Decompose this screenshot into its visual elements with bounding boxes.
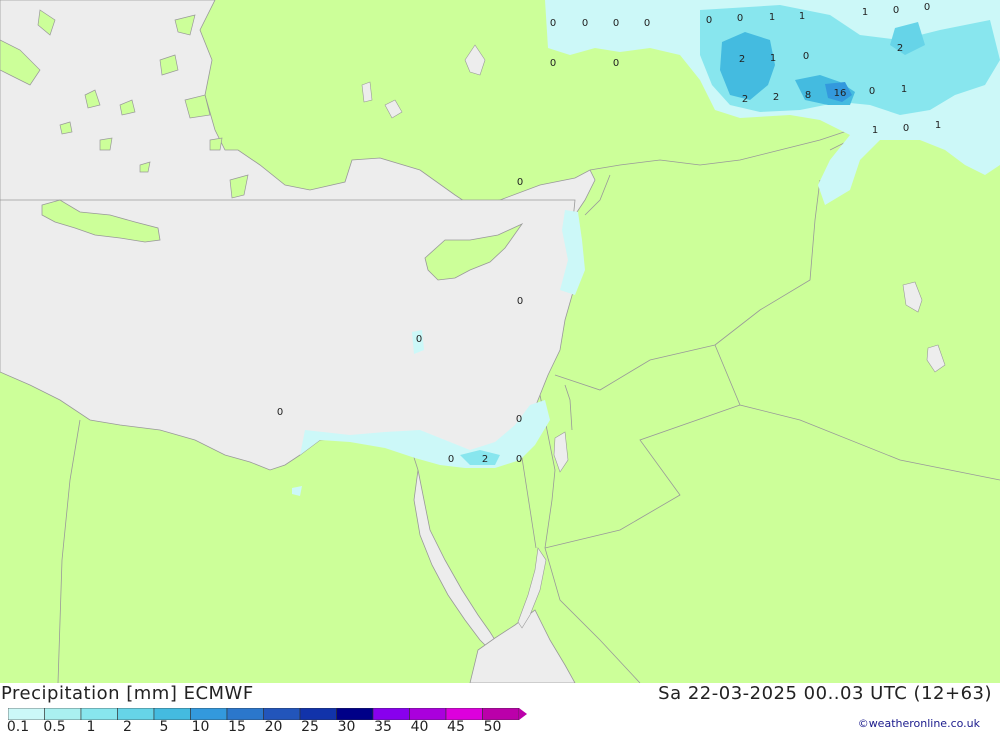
credit-link[interactable]: ©weatheronline.co.uk xyxy=(858,717,980,730)
precip-value: 0 xyxy=(517,177,523,188)
precip-value: 16 xyxy=(834,88,847,99)
precip-value: 0 xyxy=(416,334,422,345)
precip-value: 1 xyxy=(770,53,776,64)
precip-value: 0 xyxy=(582,18,588,29)
precip-value: 0 xyxy=(903,123,909,134)
precip-value: 0 xyxy=(613,18,619,29)
forecast-datetime: Sa 22-03-2025 00..03 UTC (12+63) xyxy=(658,683,992,704)
precip-value: 0 xyxy=(550,18,556,29)
precip-value: 2 xyxy=(773,92,779,103)
precip-value: 0 xyxy=(448,454,454,465)
precip-value: 0 xyxy=(869,86,875,97)
map-canvas: 0 0 0 0 0 0 1 1 1 0 0 0 0 2 1 0 2 2 2 8 … xyxy=(0,0,1000,683)
precip-value: 1 xyxy=(872,125,878,136)
precipitation-map: 0 0 0 0 0 0 1 1 1 0 0 0 0 2 1 0 2 2 2 8 … xyxy=(0,0,1000,683)
precip-value: 0 xyxy=(893,5,899,16)
precip-value: 2 xyxy=(482,454,488,465)
precip-value: 1 xyxy=(862,7,868,18)
precip-value: 0 xyxy=(613,58,619,69)
precip-value: 1 xyxy=(901,84,907,95)
precip-value: 0 xyxy=(803,51,809,62)
precip-value: 2 xyxy=(897,43,903,54)
precip-value: 0 xyxy=(737,13,743,24)
precip-value: 1 xyxy=(799,11,805,22)
precip-value: 2 xyxy=(739,54,745,65)
precip-value: 0 xyxy=(277,407,283,418)
precip-value: 2 xyxy=(742,94,748,105)
precip-value: 1 xyxy=(935,120,941,131)
legend-bar: Precipitation [mm] ECMWF Sa 22-03-2025 0… xyxy=(0,683,1000,735)
precip-value: 0 xyxy=(516,454,522,465)
precip-value: 0 xyxy=(517,296,523,307)
precip-value: 0 xyxy=(550,58,556,69)
precip-value: 0 xyxy=(924,2,930,13)
precip-value: 1 xyxy=(769,12,775,23)
precip-value: 0 xyxy=(706,15,712,26)
precip-value: 0 xyxy=(644,18,650,29)
precip-value: 0 xyxy=(516,414,522,425)
map-title: Precipitation [mm] ECMWF xyxy=(1,683,254,704)
precip-value: 8 xyxy=(805,90,811,101)
